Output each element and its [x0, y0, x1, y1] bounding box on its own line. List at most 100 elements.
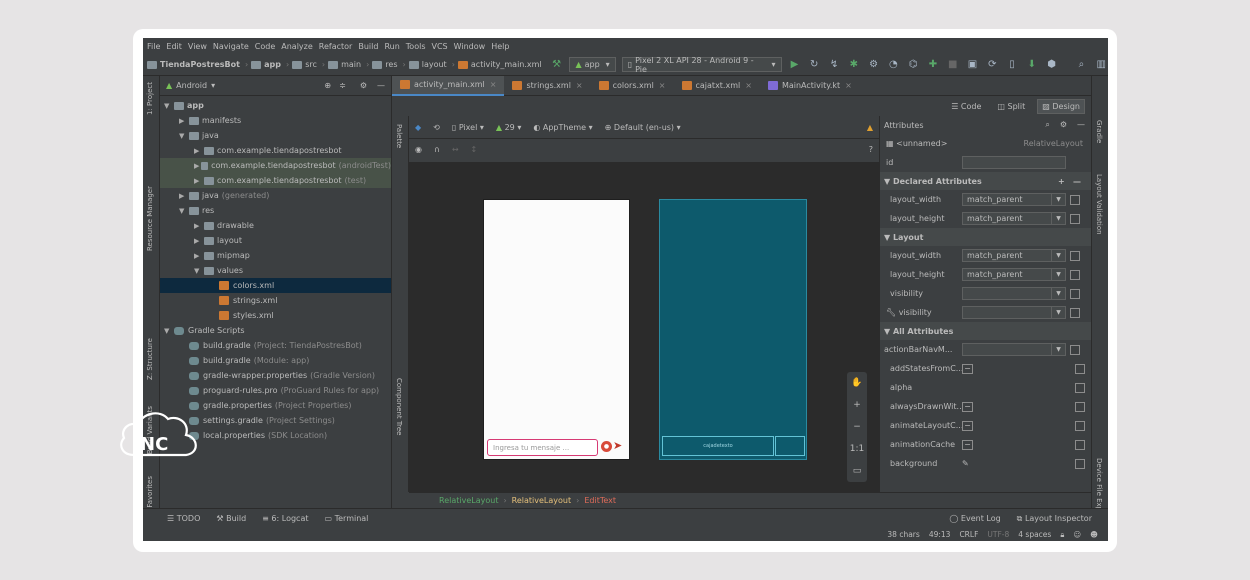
apply-code-changes-icon[interactable]: ↯: [827, 58, 841, 72]
tab-mainactivity-kt[interactable]: MainActivity.kt ×: [760, 76, 860, 96]
api-select[interactable]: ▲ 29 ▾: [496, 123, 521, 132]
resource-picker-icon[interactable]: [1070, 269, 1080, 280]
tool-structure[interactable]: Z: Structure: [146, 338, 154, 380]
device-select[interactable]: ▯ Pixel 2 XL API 28 - Android 9 - Pie ▾: [621, 56, 782, 74]
breadcrumb-item[interactable]: app: [264, 60, 281, 69]
memory-icon[interactable]: ☻: [1090, 530, 1098, 539]
help-icon[interactable]: ?: [869, 145, 873, 154]
design-preview[interactable]: Ingresa tu mensaje ... ● ➤: [483, 199, 630, 460]
profile-icon[interactable]: ◔: [886, 58, 900, 72]
collapse-arrow-icon[interactable]: ▶: [179, 117, 189, 125]
breadcrumb-item[interactable]: TiendaPostresBot: [160, 60, 240, 69]
resource-picker-icon[interactable]: [1070, 288, 1080, 299]
breadcrumb-edittext[interactable]: EditText: [584, 496, 616, 505]
tree-item[interactable]: styles.xml: [160, 308, 391, 323]
event-log-tool[interactable]: ◯ Event Log: [949, 514, 1000, 523]
close-icon[interactable]: ×: [490, 80, 497, 89]
menu-edit[interactable]: Edit: [166, 42, 182, 51]
tree-item[interactable]: colors.xml: [160, 278, 391, 293]
attach-debugger-icon[interactable]: ⚙: [867, 58, 881, 72]
terminal-tool[interactable]: ▭ Terminal: [324, 514, 368, 523]
minimize-icon[interactable]: —: [377, 81, 385, 90]
tree-item[interactable]: build.gradle (Project: TiendaPostresBot): [160, 338, 391, 353]
resource-picker-icon[interactable]: [1070, 194, 1080, 205]
resource-picker-icon[interactable]: [1075, 420, 1085, 431]
project-structure-icon[interactable]: ▣: [966, 58, 980, 72]
attr-minimize-icon[interactable]: —: [1077, 120, 1085, 129]
breadcrumb-item[interactable]: src: [305, 60, 317, 69]
resource-picker-icon[interactable]: [1070, 213, 1080, 224]
orientation-icon[interactable]: ⟲: [433, 123, 440, 132]
chevron-down-icon[interactable]: ▼: [1051, 250, 1065, 261]
chevron-down-icon[interactable]: ▼: [1051, 194, 1065, 205]
attribute-dropdown[interactable]: ▼: [962, 287, 1066, 300]
collapse-arrow-icon[interactable]: ▶: [194, 222, 204, 230]
caret-position[interactable]: 49:13: [929, 530, 951, 539]
debug-icon[interactable]: ✱: [847, 58, 861, 72]
breadcrumb-relativelayout-2[interactable]: RelativeLayout: [512, 496, 571, 505]
device-select-preview[interactable]: ▯ Pixel ▾: [452, 123, 484, 132]
tree-item[interactable]: ▶ com.example.tiendapostresbot (androidTes…: [160, 158, 391, 173]
message-input-preview[interactable]: Ingresa tu mensaje ...: [487, 439, 598, 456]
logcat-tool[interactable]: ≡ 6: Logcat: [262, 514, 308, 523]
line-separator[interactable]: CRLF: [959, 530, 978, 539]
blueprint-button[interactable]: [775, 436, 805, 456]
expand-arrow-icon[interactable]: ▼: [164, 327, 174, 335]
file-encoding[interactable]: UTF-8: [987, 530, 1009, 539]
run-icon[interactable]: ▶: [788, 58, 802, 72]
breadcrumb-item[interactable]: main: [341, 60, 361, 69]
palette-tab[interactable]: Palette: [395, 124, 403, 148]
menu-window[interactable]: Window: [454, 42, 486, 51]
close-icon[interactable]: ×: [745, 81, 752, 90]
avd-manager-icon[interactable]: ▯: [1005, 58, 1019, 72]
tab-colors-xml[interactable]: colors.xml ×: [591, 76, 674, 96]
search-icon[interactable]: ⌕: [1075, 58, 1089, 72]
sdk-manager-icon[interactable]: ⬇: [1025, 58, 1039, 72]
collapse-arrow-icon[interactable]: ▶: [194, 252, 204, 260]
design-canvas[interactable]: Ingresa tu mensaje ... ● ➤ cajadetexto ✋…: [409, 162, 879, 492]
tree-item[interactable]: ▶ layout: [160, 233, 391, 248]
search-attr-icon[interactable]: ⌕: [1045, 120, 1049, 129]
breadcrumb-item[interactable]: activity_main.xml: [471, 60, 542, 69]
attribute-dropdown[interactable]: match_parent ▼: [962, 193, 1066, 206]
breadcrumb-relativelayout-1[interactable]: RelativeLayout: [439, 496, 498, 505]
theme-select[interactable]: ◐ AppTheme ▾: [533, 123, 592, 132]
tree-item[interactable]: ▶ manifests: [160, 113, 391, 128]
collapse-arrow-icon[interactable]: ▶: [194, 177, 204, 185]
attribute-dropdown[interactable]: match_parent ▼: [962, 268, 1066, 281]
magnet-icon[interactable]: ∩: [434, 145, 440, 154]
zoom-actual-icon[interactable]: 1:1: [850, 444, 864, 454]
split-mode-button[interactable]: ◫ Split: [993, 100, 1029, 113]
inspector-icon[interactable]: ☺: [1073, 530, 1081, 539]
resource-picker-icon[interactable]: [1070, 307, 1080, 318]
attribute-dropdown[interactable]: match_parent ▼: [962, 249, 1066, 262]
resource-picker-icon[interactable]: [1075, 439, 1085, 450]
collapse-icon[interactable]: ≑: [339, 81, 346, 90]
resource-picker-icon[interactable]: [1070, 250, 1080, 261]
project-view-select[interactable]: Android: [176, 81, 207, 90]
expand-arrow-icon[interactable]: ▼: [164, 102, 174, 110]
resource-picker-icon[interactable]: [1075, 458, 1085, 469]
tree-item[interactable]: ▶ java (generated): [160, 188, 391, 203]
todo-tool[interactable]: ☰ TODO: [167, 514, 200, 523]
resource-picker-icon[interactable]: [1075, 401, 1085, 412]
attribute-dropdown[interactable]: match_parent ▼: [962, 212, 1066, 225]
eye-icon[interactable]: ◉: [415, 145, 422, 154]
collapse-arrow-icon[interactable]: ▶: [194, 162, 201, 170]
tool-project[interactable]: 1: Project: [146, 82, 154, 115]
tree-item[interactable]: build.gradle (Module: app): [160, 353, 391, 368]
collapse-arrow-icon[interactable]: ▶: [194, 147, 204, 155]
menu-build[interactable]: Build: [358, 42, 378, 51]
hammer-icon[interactable]: ⚒: [550, 58, 564, 72]
tab-cajatxt-xml[interactable]: cajatxt.xml ×: [674, 76, 760, 96]
zoom-in-icon[interactable]: +: [853, 400, 861, 410]
pan-icon[interactable]: ✋: [851, 378, 862, 388]
zoom-fit-icon[interactable]: ▭: [853, 466, 862, 476]
attach-process-icon[interactable]: ✚: [926, 58, 940, 72]
chevron-down-icon[interactable]: ▼: [1051, 307, 1065, 318]
close-icon[interactable]: ×: [845, 81, 852, 90]
tree-item[interactable]: ▼ app: [160, 98, 391, 113]
checkbox-icon[interactable]: −: [962, 420, 973, 431]
lock-icon[interactable]: 🔒︎: [1060, 530, 1064, 540]
blueprint-preview[interactable]: cajadetexto: [659, 199, 807, 460]
